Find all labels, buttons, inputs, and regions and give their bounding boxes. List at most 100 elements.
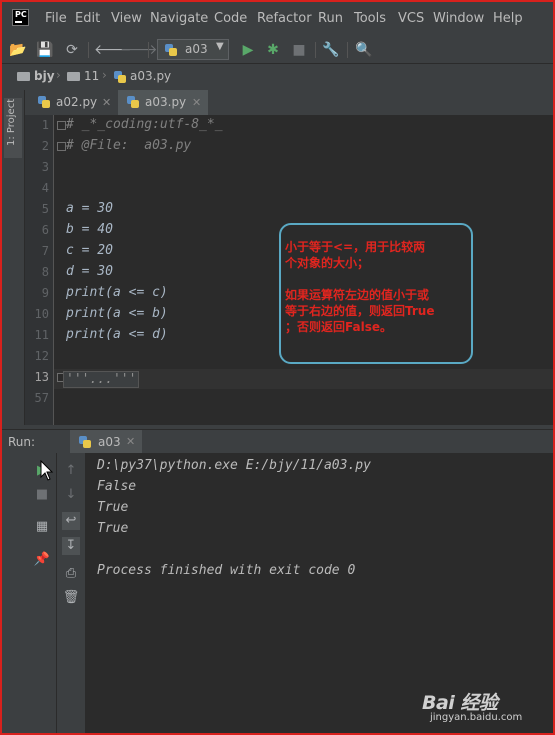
breadcrumb-folder[interactable]: 11	[84, 69, 99, 83]
line-number: 4	[41, 181, 49, 195]
callout-text: ；否则返回False。	[285, 320, 392, 334]
fold-marker-icon[interactable]	[57, 142, 66, 151]
project-tool-tab[interactable]: 1: Project	[4, 98, 22, 158]
tab-a02[interactable]: a02.py ✕	[29, 90, 115, 115]
code-line: print(a <= c)	[66, 285, 168, 300]
python-file-icon	[79, 436, 91, 448]
toolbar-divider	[88, 42, 89, 58]
layout-icon[interactable]: ▦	[33, 518, 51, 536]
run-side-strip	[2, 453, 29, 733]
line-number: 6	[41, 223, 49, 237]
python-file-icon	[38, 96, 50, 108]
line-number: 9	[41, 286, 49, 300]
watermark-brand: Bai 经验	[422, 692, 498, 714]
back-arrow-icon[interactable]: 🡐	[94, 41, 132, 59]
code-line: # @File: a03.py	[66, 138, 192, 153]
callout-spacer	[285, 271, 467, 287]
watermark-url: jingyan.baidu.com	[430, 712, 523, 723]
run-tab-a03[interactable]: a03 ✕	[70, 430, 142, 454]
menu-edit[interactable]: Edit	[75, 11, 100, 26]
chevron-down-icon: ▼	[216, 41, 224, 52]
search-icon[interactable]: 🔍	[354, 41, 374, 59]
line-number: 11	[34, 328, 49, 342]
console-line: Process finished with exit code 0	[97, 563, 356, 578]
pin-icon[interactable]: 📌	[33, 551, 51, 569]
line-number: 1	[41, 118, 49, 132]
scroll-up-arrow-icon[interactable]: ↑	[62, 462, 80, 480]
menu-run[interactable]: Run	[318, 11, 343, 26]
menu-file[interactable]: File	[45, 11, 67, 26]
sync-icon[interactable]: ⟳	[62, 41, 82, 59]
baidu-watermark: Bai 经验 jingyan.baidu.com	[422, 688, 522, 723]
wrench-settings-icon[interactable]: 🔧	[321, 41, 341, 59]
line-number: 57	[34, 391, 49, 405]
save-icon[interactable]: 💾	[35, 41, 55, 59]
toolbar: 📂 💾 ⟳ 🡐 🡒 a03 ▼ ▶ ✱ ■ 🔧 🔍	[2, 37, 553, 63]
line-number: 13	[34, 370, 49, 384]
open-folder-icon[interactable]: 📂	[8, 41, 28, 59]
mouse-cursor-icon	[40, 460, 54, 481]
menu-view[interactable]: View	[111, 11, 142, 26]
scroll-down-arrow-icon[interactable]: ↓	[62, 486, 80, 504]
breadcrumb-project[interactable]: bjy	[34, 69, 55, 83]
menu-navigate[interactable]: Navigate	[150, 11, 208, 26]
console-line: D:\py37\python.exe E:/bjy/11/a03.py	[97, 458, 371, 473]
line-number: 12	[34, 349, 49, 363]
toolbar-divider	[315, 42, 316, 58]
close-icon[interactable]: ✕	[192, 90, 201, 115]
code-line: print(a <= d)	[66, 327, 168, 342]
close-icon[interactable]: ✕	[126, 430, 135, 454]
menu-window[interactable]: Window	[433, 11, 484, 26]
folded-docstring[interactable]: '''...'''	[63, 371, 140, 388]
run-tab-label: a03	[98, 435, 121, 449]
menu-tools[interactable]: Tools	[354, 11, 386, 26]
line-number: 8	[41, 265, 49, 279]
code-line: c = 20	[66, 243, 113, 258]
code-line: print(a <= b)	[66, 306, 168, 321]
run-config-label: a03	[185, 42, 208, 56]
line-number: 10	[34, 307, 49, 321]
code-line: d = 30	[66, 264, 113, 279]
left-tool-strip: 1: Project	[2, 90, 25, 425]
scroll-to-end-icon[interactable]: ↧	[62, 537, 80, 555]
close-icon[interactable]: ✕	[102, 90, 111, 115]
menu-vcs[interactable]: VCS	[398, 11, 424, 26]
callout-text: 个对象的大小；	[285, 256, 370, 270]
folder-icon	[67, 72, 80, 81]
console-actions-toolbar: ↑ ↓ ↩ ↧ ⎙ 🗑	[57, 453, 86, 733]
code-line: b = 40	[66, 222, 113, 237]
run-panel-label: Run:	[8, 435, 36, 449]
breadcrumb-file[interactable]: a03.py	[130, 69, 171, 83]
code-line: a = 30	[66, 201, 113, 216]
line-number: 3	[41, 160, 49, 174]
menu-code[interactable]: Code	[214, 11, 247, 26]
breadcrumb-separator-icon: ›	[102, 68, 107, 82]
folder-icon	[17, 72, 30, 81]
tab-label: a02.py	[56, 95, 98, 109]
stop-icon[interactable]: ■	[33, 486, 51, 504]
menu-refactor[interactable]: Refactor	[257, 11, 312, 26]
trash-icon[interactable]: 🗑	[62, 589, 80, 607]
breadcrumb: bjy › 11 › a03.py	[2, 63, 553, 90]
menu-help[interactable]: Help	[493, 11, 523, 26]
run-icon[interactable]: ▶	[238, 41, 258, 59]
run-config-select[interactable]: a03 ▼	[157, 39, 229, 60]
soft-wrap-icon[interactable]: ↩	[62, 512, 80, 530]
toolbar-divider	[148, 42, 149, 58]
code-line: # _*_coding:utf-8_*_	[66, 117, 223, 132]
line-number: 5	[41, 202, 49, 216]
menu-bar: PC File Edit View Navigate Code Refactor…	[2, 2, 553, 37]
python-file-icon	[165, 44, 177, 56]
callout-text: 小于等于<=，用于比较两	[285, 240, 426, 254]
tab-a03[interactable]: a03.py ✕	[118, 90, 208, 115]
debug-bug-icon[interactable]: ✱	[263, 41, 283, 59]
fold-marker-icon[interactable]	[57, 121, 66, 130]
python-file-icon	[114, 71, 126, 83]
print-icon[interactable]: ⎙	[62, 565, 80, 583]
editor-tab-bar: a02.py ✕ a03.py ✕	[25, 90, 553, 116]
line-number: 2	[41, 139, 49, 153]
pycharm-logo-icon: PC	[12, 9, 29, 26]
console-line: True	[97, 521, 129, 536]
forward-arrow-icon[interactable]: 🡒	[120, 41, 158, 59]
stop-icon[interactable]: ■	[289, 41, 309, 59]
